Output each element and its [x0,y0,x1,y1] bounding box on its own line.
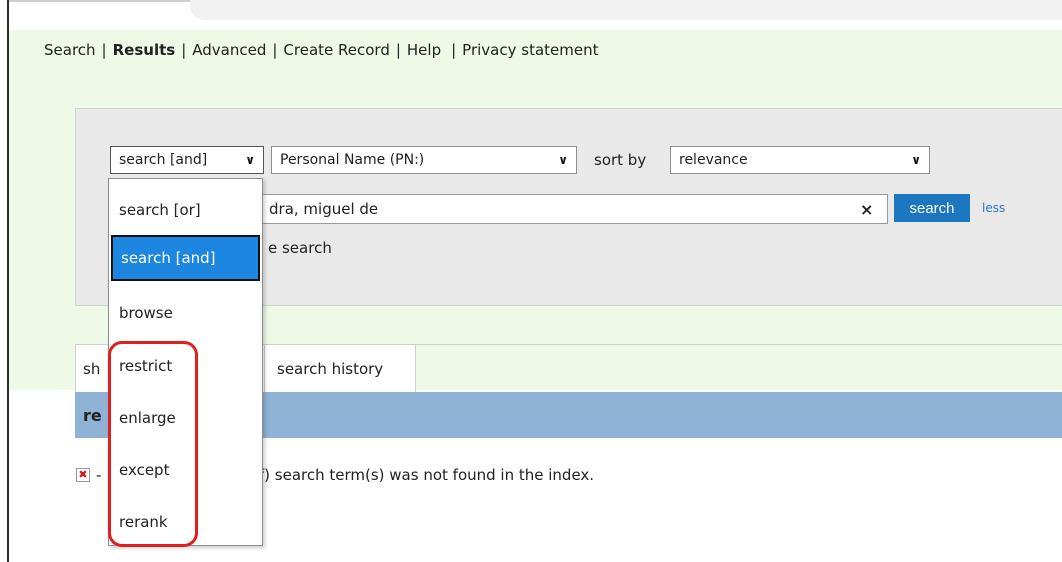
option-label: search [and] [121,249,216,267]
nav-help[interactable]: Help [407,41,441,59]
error-message-text: n of) search term(s) was not found in th… [235,466,595,484]
option-search-or[interactable]: search [or] [111,187,260,233]
nav-separator: | [101,41,107,59]
nav-separator: | [181,41,187,59]
operator-select-value: search [and] [119,152,208,168]
option-label: except [119,461,170,479]
tab-search-history[interactable]: search history [264,344,416,392]
option-browse[interactable]: browse [111,290,260,336]
option-label: enlarge [119,409,176,427]
option-label: browse [119,304,173,322]
operator-dropdown-list: search [or] search [and] browse restrict… [108,178,263,546]
clear-icon[interactable]: × [860,200,873,219]
option-label: restrict [119,357,173,375]
nav-advanced[interactable]: Advanced [192,41,266,59]
window-left-edge [7,0,9,562]
option-label: rerank [119,513,168,531]
search-option-text: e search [268,239,332,257]
top-navigation: Search | Results | Advanced | Create Rec… [44,38,598,62]
nav-separator: | [272,41,278,59]
field-select[interactable]: Personal Name (PN:) ∨ [271,146,577,174]
nav-search[interactable]: Search [44,41,96,59]
field-select-value: Personal Name (PN:) [280,152,425,168]
message-dash: - [96,466,102,484]
nav-privacy-statement[interactable]: Privacy statement [462,41,598,59]
operator-select[interactable]: search [and] ∨ [110,146,264,174]
chevron-down-icon: ∨ [245,153,255,167]
results-header-label: re [83,405,102,425]
option-enlarge[interactable]: enlarge [111,395,260,441]
sort-select[interactable]: relevance ∨ [670,146,930,174]
nav-results[interactable]: Results [113,41,176,59]
search-button[interactable]: search [894,194,970,222]
option-except[interactable]: except [111,447,260,493]
option-search-and[interactable]: search [and] [111,235,260,281]
option-rerank[interactable]: rerank [111,499,260,545]
tab-search-history-label: search history [277,359,384,378]
less-link[interactable]: less [982,201,1005,215]
tab-shown-label: sh [83,359,101,378]
option-restrict[interactable]: restrict [111,343,260,389]
sort-select-value: relevance [679,152,748,168]
browser-chrome-strip [190,0,1062,20]
chevron-down-icon: ∨ [558,153,568,167]
nav-create-record[interactable]: Create Record [283,41,389,59]
nav-separator: | [451,41,457,59]
chevron-down-icon: ∨ [911,153,921,167]
nav-separator: | [395,41,401,59]
sort-by-label: sort by [594,151,647,169]
option-label: search [or] [119,201,201,219]
error-x-icon: ✖ [76,468,90,482]
